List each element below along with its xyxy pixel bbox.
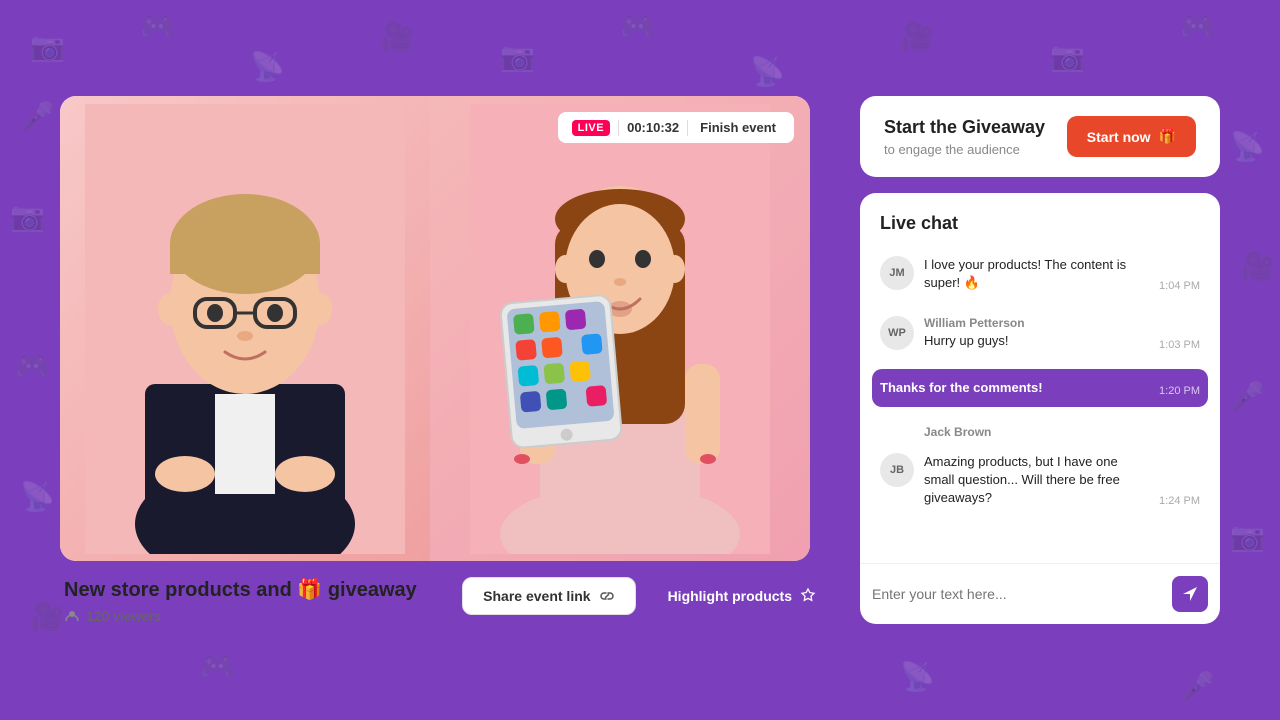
video-area: LIVE 00:10:32 Finish event [60,96,810,561]
chat-title: Live chat [860,213,1220,246]
video-left [60,96,430,561]
viewers-count: 120 viewers [86,608,161,624]
divider [618,120,619,136]
male-presenter-svg [85,104,405,554]
highlight-button-label: Highlight products [668,588,792,604]
msg-time-4: 1:24 PM [1159,495,1200,507]
viewers-row: 120 viewers [64,608,442,624]
msg-text-2: Hurry up guys! [924,332,1149,350]
highlight-products-button[interactable]: Highlight products [648,578,836,614]
event-title: New store products and 🎁 giveaway [64,577,442,602]
chat-input-area [860,563,1220,624]
chat-message-2: WP William Petterson Hurry up guys! 1:03… [872,306,1208,360]
viewers-icon [64,608,80,624]
msg-sender-2: William Petterson [924,316,1149,330]
msg-content-1: I love your products! The content is sup… [924,256,1149,292]
msg-text-4: Amazing products, but I have one small q… [924,453,1149,508]
right-panel: Start the Giveaway to engage the audienc… [860,96,1220,624]
send-icon [1181,585,1199,603]
live-badge: LIVE 00:10:32 Finish event [558,112,794,143]
live-indicator: LIVE [572,120,610,136]
title-section: New store products and 🎁 giveaway 120 vi… [64,577,442,624]
chat-message-4: Jack Brown JB Amazing products, but I ha… [872,415,1208,518]
left-panel: LIVE 00:10:32 Finish event [60,96,840,624]
main-container: LIVE 00:10:32 Finish event [60,96,1220,624]
msg-text-1: I love your products! The content is sup… [924,256,1149,292]
gift-icon: 🎁 [1159,128,1176,145]
msg-sender-4: Jack Brown [924,425,991,439]
share-button-label: Share event link [483,588,590,604]
chat-message-host: Thanks for the comments! 1:20 PM [872,369,1208,407]
start-giveaway-button[interactable]: Start now 🎁 [1067,116,1196,157]
avatar-jb: JB [880,453,914,487]
chat-card: Live chat JM I love your products! The c… [860,193,1220,624]
msg-content-2: William Petterson Hurry up guys! [924,316,1149,350]
avatar-wp: WP [880,316,914,350]
link-icon [599,588,615,604]
chat-messages: JM I love your products! The content is … [860,246,1220,555]
giveaway-card: Start the Giveaway to engage the audienc… [860,96,1220,177]
send-message-button[interactable] [1172,576,1208,612]
msg-time-1: 1:04 PM [1159,280,1200,292]
female-presenter-svg [470,104,770,554]
start-button-label: Start now [1087,129,1151,145]
giveaway-subtitle: to engage the audience [884,142,1045,157]
msg-text-host: Thanks for the comments! [880,379,1149,397]
finish-event-button[interactable]: Finish event [696,118,780,137]
msg-content-4: Amazing products, but I have one small q… [924,453,1149,508]
msg-content-host: Thanks for the comments! [880,379,1149,397]
action-buttons: Share event link Highlight products [462,577,836,615]
share-event-button[interactable]: Share event link [462,577,635,615]
divider2 [687,120,688,136]
msg-time-2: 1:03 PM [1159,339,1200,351]
chat-message-1: JM I love your products! The content is … [872,246,1208,302]
giveaway-title: Start the Giveaway [884,117,1045,138]
giveaway-text: Start the Giveaway to engage the audienc… [884,117,1045,157]
avatar-jm: JM [880,256,914,290]
video-right: LIVE 00:10:32 Finish event [430,96,810,561]
chat-input[interactable] [872,586,1162,602]
bottom-info-row: New store products and 🎁 giveaway 120 vi… [60,577,840,624]
star-icon [800,588,816,604]
msg-time-host: 1:20 PM [1159,385,1200,397]
live-timer: 00:10:32 [627,120,679,135]
